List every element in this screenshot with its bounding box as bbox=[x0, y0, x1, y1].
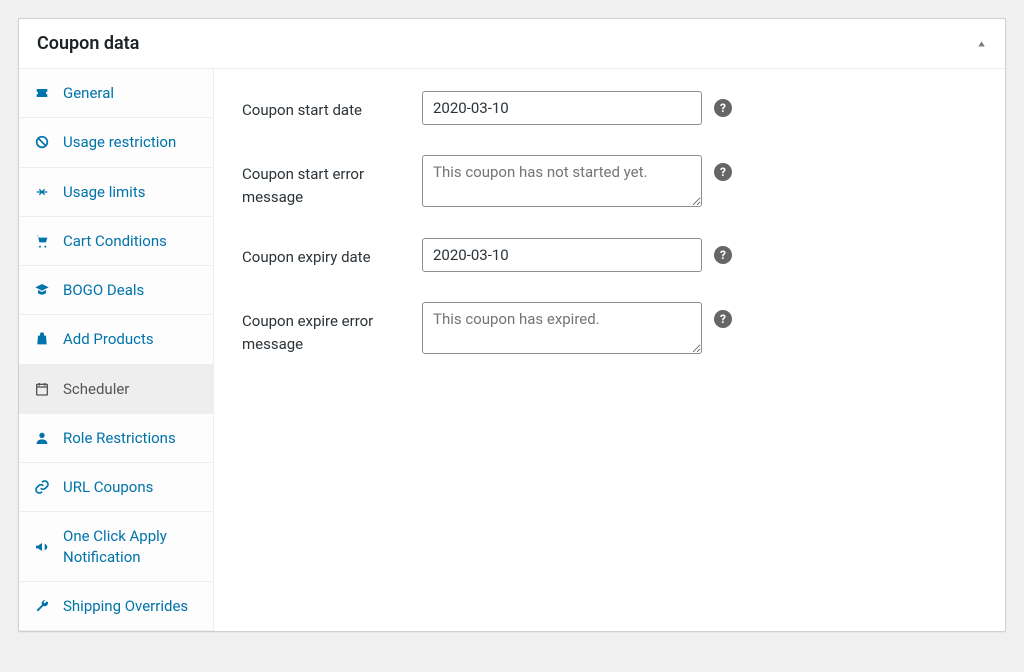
graduation-cap-icon bbox=[33, 281, 51, 299]
form-row-expiry-date: Coupon expiry date ? bbox=[242, 238, 977, 272]
form-control: ? bbox=[422, 302, 732, 354]
sidebar: General Usage restriction Usage limits C… bbox=[19, 69, 214, 631]
sidebar-item-role-restrictions[interactable]: Role Restrictions bbox=[19, 414, 213, 463]
form-control: ? bbox=[422, 155, 732, 207]
panel-title: Coupon data bbox=[37, 33, 139, 54]
compress-icon bbox=[33, 183, 51, 201]
sidebar-item-label: General bbox=[63, 83, 114, 103]
sidebar-item-label: Cart Conditions bbox=[63, 231, 167, 251]
link-icon bbox=[33, 478, 51, 496]
sidebar-item-label: Role Restrictions bbox=[63, 428, 176, 448]
expiry-date-input[interactable] bbox=[422, 238, 702, 272]
start-date-label: Coupon start date bbox=[242, 91, 422, 122]
form-row-start-error: Coupon start error message ? bbox=[242, 155, 977, 208]
sidebar-item-label: Add Products bbox=[63, 329, 154, 349]
sidebar-item-label: Scheduler bbox=[63, 379, 129, 399]
expiry-date-label: Coupon expiry date bbox=[242, 238, 422, 269]
ticket-icon bbox=[33, 84, 51, 102]
expire-error-label: Coupon expire error message bbox=[242, 302, 422, 355]
bullhorn-icon bbox=[33, 538, 51, 556]
expire-error-textarea[interactable] bbox=[422, 302, 702, 354]
start-error-label: Coupon start error message bbox=[242, 155, 422, 208]
start-date-input[interactable] bbox=[422, 91, 702, 125]
sidebar-item-add-products[interactable]: Add Products bbox=[19, 315, 213, 364]
sidebar-item-label: BOGO Deals bbox=[63, 280, 144, 300]
wrench-icon bbox=[33, 597, 51, 615]
sidebar-item-label: Usage restriction bbox=[63, 132, 176, 152]
ban-icon bbox=[33, 133, 51, 151]
sidebar-item-usage-limits[interactable]: Usage limits bbox=[19, 168, 213, 217]
sidebar-item-scheduler[interactable]: Scheduler bbox=[19, 365, 213, 414]
form-control: ? bbox=[422, 238, 732, 272]
help-icon[interactable]: ? bbox=[714, 163, 732, 181]
sidebar-item-shipping-overrides[interactable]: Shipping Overrides bbox=[19, 582, 213, 631]
shopping-cart-icon bbox=[33, 232, 51, 250]
shopping-bag-icon bbox=[33, 330, 51, 348]
sidebar-item-one-click-apply[interactable]: One Click Apply Notification bbox=[19, 512, 213, 582]
panel-header: Coupon data ▲ bbox=[19, 19, 1005, 69]
user-icon bbox=[33, 429, 51, 447]
sidebar-item-label: Usage limits bbox=[63, 182, 145, 202]
coupon-data-panel: Coupon data ▲ General Usage restriction bbox=[18, 18, 1006, 632]
sidebar-item-label: One Click Apply Notification bbox=[63, 526, 197, 567]
sidebar-item-usage-restriction[interactable]: Usage restriction bbox=[19, 118, 213, 167]
sidebar-item-cart-conditions[interactable]: Cart Conditions bbox=[19, 217, 213, 266]
sidebar-item-label: Shipping Overrides bbox=[63, 596, 188, 616]
form-content: Coupon start date ? Coupon start error m… bbox=[214, 69, 1005, 631]
sidebar-item-label: URL Coupons bbox=[63, 477, 153, 497]
help-icon[interactable]: ? bbox=[714, 310, 732, 328]
sidebar-item-general[interactable]: General bbox=[19, 69, 213, 118]
sidebar-item-url-coupons[interactable]: URL Coupons bbox=[19, 463, 213, 512]
help-icon[interactable]: ? bbox=[714, 99, 732, 117]
sidebar-item-bogo-deals[interactable]: BOGO Deals bbox=[19, 266, 213, 315]
start-error-textarea[interactable] bbox=[422, 155, 702, 207]
collapse-toggle-icon[interactable]: ▲ bbox=[976, 38, 987, 48]
form-row-start-date: Coupon start date ? bbox=[242, 91, 977, 125]
form-row-expire-error: Coupon expire error message ? bbox=[242, 302, 977, 355]
calendar-icon bbox=[33, 380, 51, 398]
panel-body: General Usage restriction Usage limits C… bbox=[19, 69, 1005, 631]
help-icon[interactable]: ? bbox=[714, 246, 732, 264]
form-control: ? bbox=[422, 91, 732, 125]
